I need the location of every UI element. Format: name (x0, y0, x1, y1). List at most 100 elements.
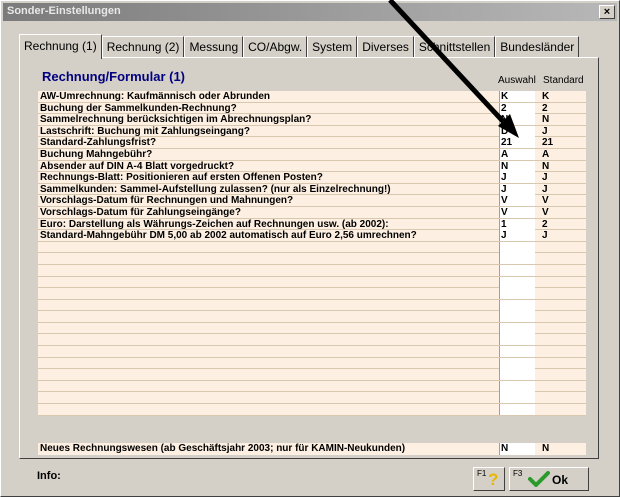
column-header-auswahl: Auswahl (498, 75, 536, 86)
tab-messung[interactable]: Messung (184, 36, 244, 58)
f3-key-label: F3 (513, 469, 523, 478)
setting-value-field[interactable] (499, 299, 535, 311)
setting-default-value: N (542, 114, 550, 126)
close-button[interactable]: × (599, 5, 615, 19)
setting-value-field[interactable] (499, 392, 535, 404)
settings-row: Standard-Mahngebühr DM 5,00 ab 2002 auto… (38, 230, 586, 242)
setting-default-value: N (542, 160, 550, 172)
setting-default-value: J (542, 172, 548, 184)
setting-label: Standard-Zahlungsfrist? (40, 137, 157, 149)
settings-row: Absender auf DIN A-4 Blatt vorgedruckt? N… (38, 160, 586, 173)
empty-settings-row (38, 380, 586, 393)
setting-value-field[interactable] (499, 264, 535, 276)
ok-button[interactable]: F3 Ok (509, 467, 589, 491)
setting-label: Euro: Darstellung als Währungs-Zeichen a… (40, 218, 389, 230)
settings-row: Rechnungs-Blatt: Positionieren auf erste… (38, 172, 586, 184)
setting-default-value: K (542, 91, 550, 102)
settings-row: Standard-Zahlungsfrist? 21 21 (38, 137, 586, 149)
setting-value-field[interactable]: K (499, 91, 535, 102)
section-title: Rechnung/Formular (1) (42, 69, 186, 84)
title-bar[interactable]: Sonder-Einstellungen × (3, 3, 617, 21)
empty-settings-row (38, 264, 586, 277)
tab-rechnung-1[interactable]: Rechnung (1) (19, 34, 102, 59)
column-header-standard: Standard (543, 75, 584, 86)
empty-settings-row (38, 276, 586, 289)
setting-value-field[interactable]: N (499, 160, 535, 172)
setting-value-field[interactable] (499, 369, 535, 381)
setting-value-field[interactable] (499, 241, 535, 253)
setting-value-field[interactable]: J (499, 172, 535, 184)
setting-value-field[interactable]: D (499, 125, 535, 137)
tab-diverses[interactable]: Diverses (357, 36, 414, 58)
setting-value-field[interactable] (499, 253, 535, 265)
empty-settings-row (38, 346, 586, 358)
empty-settings-row (38, 241, 586, 254)
setting-default-value: 2 (542, 218, 548, 230)
settings-row: Buchung der Sammelkunden-Rechnung? 2 2 (38, 102, 586, 115)
empty-settings-row (38, 311, 586, 323)
settings-row: Lastschrift: Buchung mit Zahlungseingang… (38, 125, 586, 138)
setting-value-field[interactable]: A (499, 148, 535, 160)
info-label: Info: (37, 470, 61, 482)
setting-value-field[interactable] (499, 334, 535, 346)
setting-default-value: J (542, 183, 548, 195)
setting-value-field[interactable] (499, 357, 535, 369)
setting-value-field[interactable] (499, 288, 535, 300)
setting-value-field[interactable] (499, 404, 535, 416)
setting-value-field[interactable] (499, 346, 535, 358)
settings-row: Euro: Darstellung als Währungs-Zeichen a… (38, 218, 586, 231)
setting-label: Sammelkunden: Sammel-Aufstellung zulasse… (40, 183, 391, 195)
setting-value-field[interactable]: 1 (499, 218, 535, 230)
setting-value-field[interactable]: 2 (499, 102, 535, 114)
empty-settings-row (38, 392, 586, 405)
tab-system[interactable]: System (307, 36, 358, 58)
empty-settings-row (38, 369, 586, 381)
tab-rechnung-2[interactable]: Rechnung (2) (101, 36, 185, 58)
empty-settings-row (38, 253, 586, 265)
f1-key-label: F1 (477, 469, 487, 478)
green-checkmark-icon (528, 471, 550, 487)
settings-row: Buchung Mahngebühr? A A (38, 148, 586, 161)
empty-settings-row (38, 322, 586, 335)
settings-row: Sammelrechnung berücksichtigen im Abrech… (38, 114, 586, 126)
setting-default-value: 21 (542, 137, 554, 149)
tab-co-abgw[interactable]: CO/Abgw. (243, 36, 308, 58)
ok-label: Ok (552, 473, 569, 487)
setting-value-field[interactable]: N (499, 114, 535, 126)
empty-settings-row (38, 334, 586, 347)
setting-value-field[interactable] (499, 276, 535, 288)
tab-bundesl-nder[interactable]: Bundesländer (495, 36, 580, 58)
setting-label: Neues Rechnungswesen (ab Geschäftsjahr 2… (40, 443, 406, 454)
setting-value-field[interactable]: N (499, 443, 535, 455)
setting-default-value: V (542, 195, 549, 207)
setting-value-field[interactable]: V (499, 206, 535, 218)
setting-value-field[interactable] (499, 380, 535, 392)
empty-settings-row (38, 299, 586, 312)
setting-value-field[interactable]: J (499, 230, 535, 242)
setting-default-value: A (542, 148, 550, 160)
setting-label: Rechnungs-Blatt: Positionieren auf erste… (40, 172, 323, 184)
question-mark-icon: ? (488, 470, 499, 489)
empty-settings-row (38, 404, 586, 416)
window-title: Sonder-Einstellungen (7, 5, 121, 17)
tab-panel: Rechnung/Formular (1) Auswahl Standard A… (19, 57, 599, 459)
empty-settings-row (38, 288, 586, 300)
setting-label: Vorschlags-Datum für Zahlungseingänge? (40, 206, 241, 218)
setting-default-value: N (542, 443, 550, 454)
setting-label: AW-Umrechnung: Kaufmännisch oder Abrunde… (40, 91, 270, 102)
setting-default-value: V (542, 206, 549, 218)
setting-value-field[interactable] (499, 322, 535, 334)
tab-schnittstellen[interactable]: Schnittstellen (413, 36, 496, 58)
help-button[interactable]: F1 ? (473, 467, 505, 491)
setting-label: Lastschrift: Buchung mit Zahlungseingang… (40, 125, 250, 137)
setting-default-value: J (542, 230, 548, 242)
setting-value-field[interactable]: J (499, 183, 535, 195)
close-icon: × (603, 6, 611, 18)
setting-default-value: J (542, 125, 548, 137)
setting-value-field[interactable] (499, 311, 535, 323)
setting-default-value: 2 (542, 102, 548, 114)
setting-value-field[interactable]: 21 (499, 137, 535, 149)
setting-value-field[interactable]: V (499, 195, 535, 207)
tab-strip: Rechnung (1) Rechnung (2) Messung CO/Abgw. S… (19, 34, 580, 59)
settings-row-new-accounting: Neues Rechnungswesen (ab Geschäftsjahr 2… (38, 443, 586, 455)
